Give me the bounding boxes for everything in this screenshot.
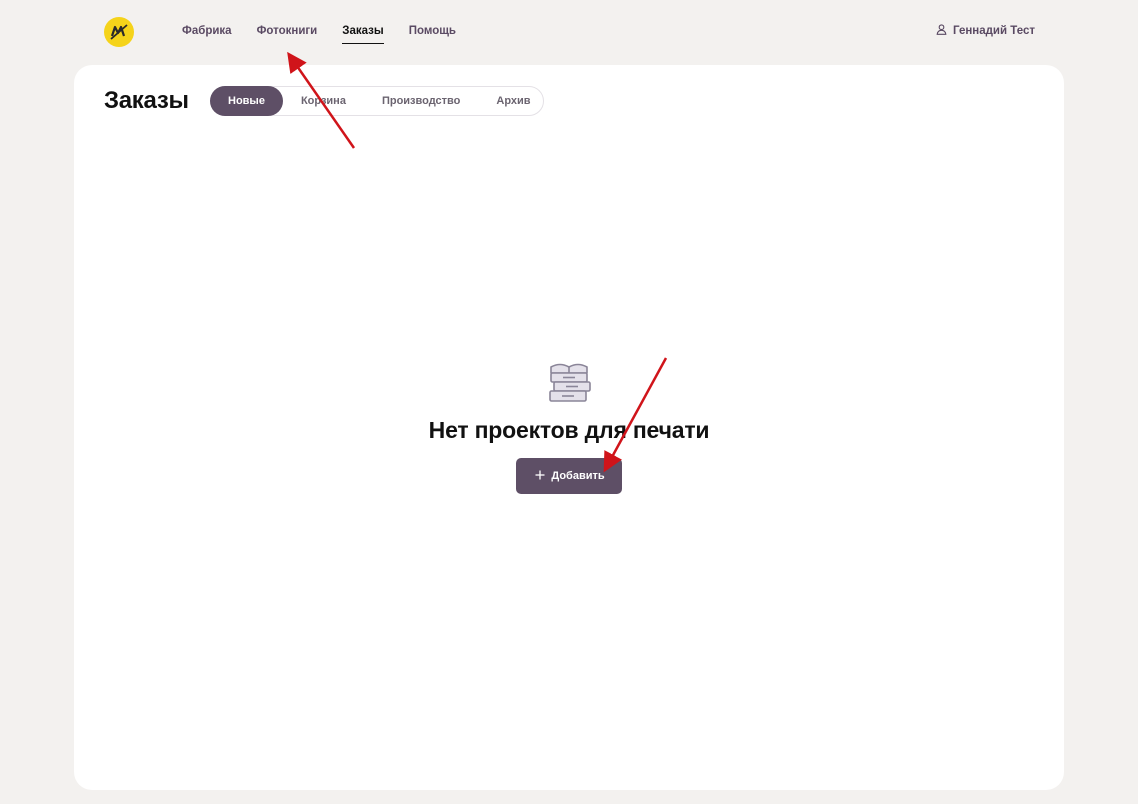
brand-logo-icon[interactable] bbox=[104, 17, 134, 47]
tab-cart[interactable]: Корзина bbox=[283, 86, 364, 116]
plus-icon bbox=[535, 470, 545, 483]
main-nav: Фабрика Фотокниги Заказы Помощь bbox=[182, 24, 456, 44]
top-navigation-bar: Фабрика Фотокниги Заказы Помощь Геннадий… bbox=[0, 0, 1138, 64]
nav-item-orders[interactable]: Заказы bbox=[342, 24, 384, 44]
tab-archive[interactable]: Архив bbox=[478, 86, 548, 116]
stacked-books-icon bbox=[549, 363, 591, 402]
orders-tabs: Новые Корзина Производство Архив bbox=[210, 85, 544, 116]
nav-item-help[interactable]: Помощь bbox=[409, 24, 456, 44]
tab-production[interactable]: Производство bbox=[364, 86, 478, 116]
nav-item-fabrika[interactable]: Фабрика bbox=[182, 24, 232, 44]
add-button[interactable]: Добавить bbox=[516, 458, 622, 494]
empty-state-title: Нет проектов для печати bbox=[428, 417, 710, 443]
empty-state: Нет проектов для печати Добавить bbox=[74, 361, 1064, 494]
add-button-label: Добавить bbox=[551, 470, 605, 482]
page-title: Заказы bbox=[104, 87, 189, 114]
nav-item-photobooks[interactable]: Фотокниги bbox=[257, 24, 318, 44]
user-name: Геннадий Тест bbox=[953, 25, 1035, 37]
user-icon bbox=[936, 24, 947, 38]
orders-card: Заказы Новые Корзина Производство Архив … bbox=[74, 65, 1064, 790]
tab-new[interactable]: Новые bbox=[210, 85, 283, 116]
user-menu[interactable]: Геннадий Тест bbox=[936, 24, 1035, 38]
